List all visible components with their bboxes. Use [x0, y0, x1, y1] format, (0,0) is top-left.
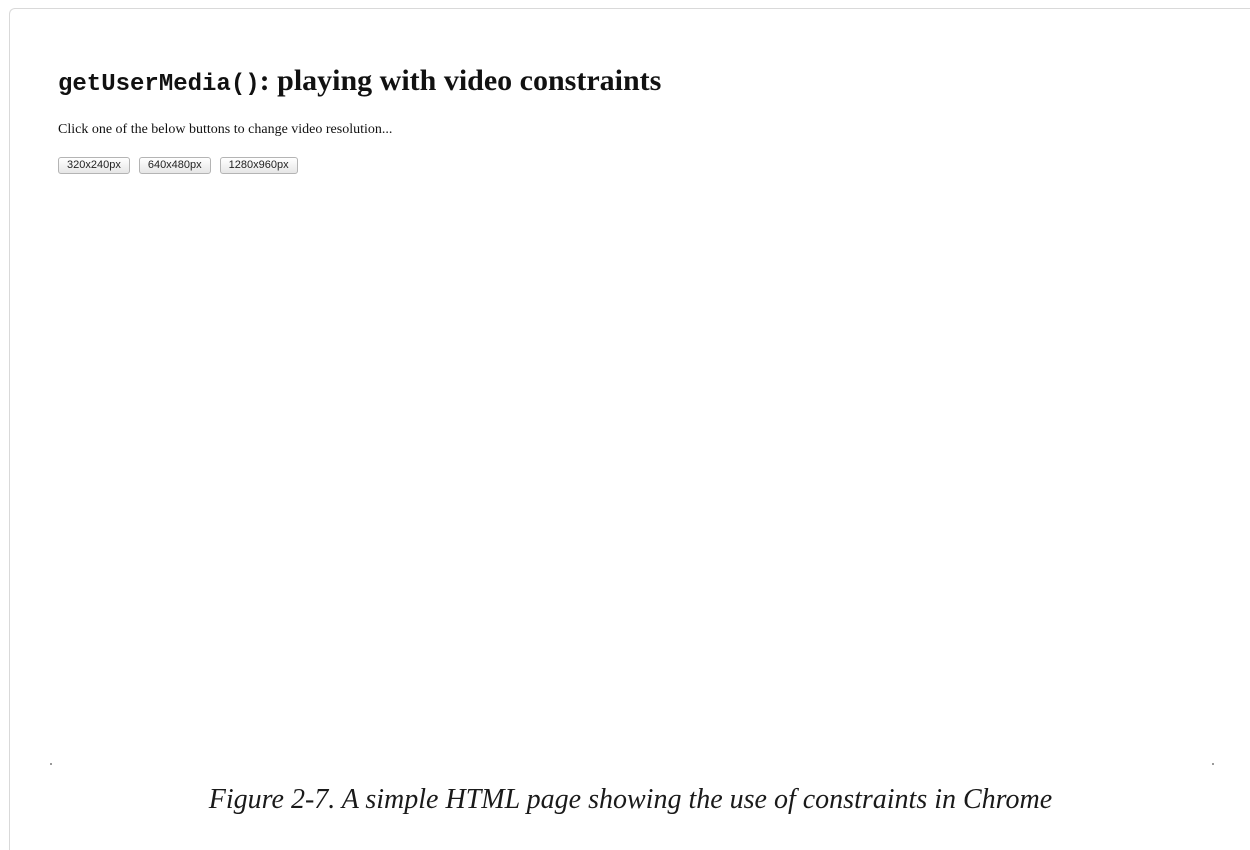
qvga-button[interactable]: 320x240px: [58, 157, 130, 174]
video-area-corner-marker-left: [50, 763, 52, 765]
page-title-code: getUserMedia(): [58, 71, 260, 98]
screenshot-frame: getUserMedia(): playing with video const…: [9, 8, 1250, 850]
vga-button[interactable]: 640x480px: [138, 157, 211, 174]
page-title-text: : playing with video constraints: [259, 64, 662, 97]
resolution-button-group: 320x240px 640x480px 1280x960px: [58, 157, 298, 174]
page-title: getUserMedia(): playing with video const…: [58, 63, 661, 103]
figure-caption: Figure 2-7. A simple HTML page showing t…: [208, 784, 1053, 815]
hd-button[interactable]: 1280x960px: [219, 157, 298, 174]
video-area-corner-marker-right: [1212, 763, 1214, 765]
instructions-text: Click one of the below buttons to change…: [58, 122, 393, 137]
